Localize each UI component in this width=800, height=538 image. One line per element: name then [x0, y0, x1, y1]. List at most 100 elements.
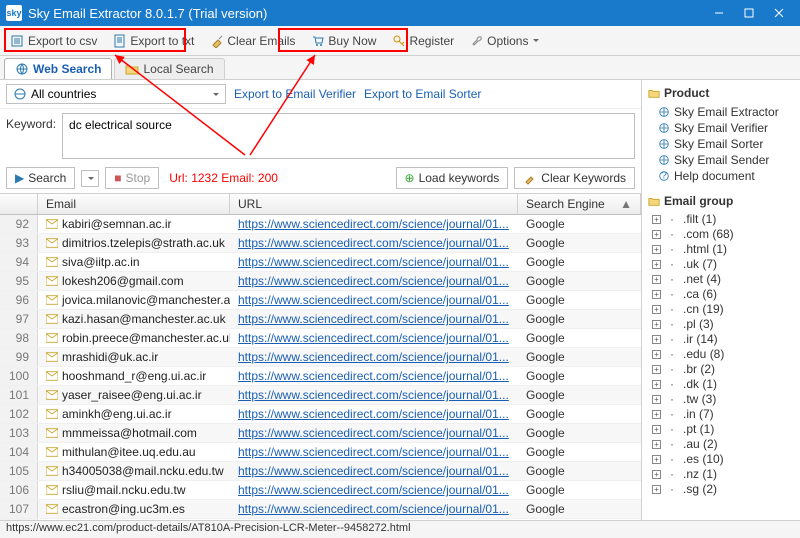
load-keywords-button[interactable]: ⊕Load keywords [396, 167, 509, 189]
expand-icon[interactable]: + [652, 470, 661, 479]
row-url[interactable]: https://www.sciencedirect.com/science/jo… [230, 500, 518, 518]
tab-local-search[interactable]: Local Search [114, 58, 224, 79]
expand-icon[interactable]: + [652, 455, 661, 464]
product-item[interactable]: Sky Email Extractor [648, 104, 794, 120]
product-item[interactable]: Sky Email Verifier [648, 120, 794, 136]
keyword-input[interactable] [62, 113, 635, 159]
table-row[interactable]: 104mithulan@itee.uq.edu.auhttps://www.sc… [0, 443, 641, 462]
search-dropdown[interactable] [81, 170, 99, 187]
expand-icon[interactable]: + [652, 305, 661, 314]
maximize-button[interactable] [734, 0, 764, 26]
tld-node[interactable]: +·.sg (2) [648, 482, 794, 497]
expand-icon[interactable]: + [652, 365, 661, 374]
register-button[interactable]: Register [385, 30, 461, 52]
tld-node[interactable]: +·.tw (3) [648, 392, 794, 407]
minimize-button[interactable] [704, 0, 734, 26]
tld-node[interactable]: +·.net (4) [648, 272, 794, 287]
export-verifier-link[interactable]: Export to Email Verifier [234, 87, 356, 101]
tld-node[interactable]: +·.pt (1) [648, 422, 794, 437]
expand-icon[interactable]: + [652, 485, 661, 494]
options-button[interactable]: Options [463, 30, 546, 52]
row-url[interactable]: https://www.sciencedirect.com/science/jo… [230, 272, 518, 290]
tld-node[interactable]: +·.dk (1) [648, 377, 794, 392]
expand-icon[interactable]: + [652, 335, 661, 344]
col-url[interactable]: URL [230, 194, 518, 214]
table-row[interactable]: 92kabiri@semnan.ac.irhttps://www.science… [0, 215, 641, 234]
close-button[interactable] [764, 0, 794, 26]
tld-node[interactable]: +·.uk (7) [648, 257, 794, 272]
row-url[interactable]: https://www.sciencedirect.com/science/jo… [230, 443, 518, 461]
table-row[interactable]: 100hooshmand_r@eng.ui.ac.irhttps://www.s… [0, 367, 641, 386]
table-row[interactable]: 95lokesh206@gmail.comhttps://www.science… [0, 272, 641, 291]
expand-icon[interactable]: + [652, 320, 661, 329]
row-url[interactable]: https://www.sciencedirect.com/science/jo… [230, 481, 518, 499]
table-row[interactable]: 94siva@iitp.ac.inhttps://www.sciencedire… [0, 253, 641, 272]
row-url[interactable]: https://www.sciencedirect.com/science/jo… [230, 329, 518, 347]
tld-node[interactable]: +·.pl (3) [648, 317, 794, 332]
table-row[interactable]: 97kazi.hasan@manchester.ac.ukhttps://www… [0, 310, 641, 329]
expand-icon[interactable]: + [652, 260, 661, 269]
table-row[interactable]: 103mmmeissa@hotmail.comhttps://www.scien… [0, 424, 641, 443]
expand-icon[interactable]: + [652, 245, 661, 254]
row-url[interactable]: https://www.sciencedirect.com/science/jo… [230, 386, 518, 404]
tld-node[interactable]: +·.in (7) [648, 407, 794, 422]
table-row[interactable]: 102aminkh@eng.ui.ac.irhttps://www.scienc… [0, 405, 641, 424]
expand-icon[interactable]: + [652, 395, 661, 404]
tld-node[interactable]: +·.ir (14) [648, 332, 794, 347]
table-row[interactable]: 98robin.preece@manchester.ac.ukhttps://w… [0, 329, 641, 348]
expand-icon[interactable]: + [652, 215, 661, 224]
table-row[interactable]: 106rsliu@mail.ncku.edu.twhttps://www.sci… [0, 481, 641, 500]
tld-node[interactable]: +·.ca (6) [648, 287, 794, 302]
tab-web-search[interactable]: Web Search [4, 58, 112, 79]
tld-node[interactable]: +·.es (10) [648, 452, 794, 467]
expand-icon[interactable]: + [652, 380, 661, 389]
row-url[interactable]: https://www.sciencedirect.com/science/jo… [230, 291, 518, 309]
row-url[interactable]: https://www.sciencedirect.com/science/jo… [230, 424, 518, 442]
clear-emails-button[interactable]: Clear Emails [203, 30, 302, 52]
table-row[interactable]: 108wei.zheng-6@postgrad.manche...https:/… [0, 519, 641, 520]
table-row[interactable]: 96jovica.milanovic@manchester.ac...https… [0, 291, 641, 310]
table-row[interactable]: 101yaser_raisee@eng.ui.ac.irhttps://www.… [0, 386, 641, 405]
table-row[interactable]: 105h34005038@mail.ncku.edu.twhttps://www… [0, 462, 641, 481]
clear-keywords-button[interactable]: Clear Keywords [514, 167, 635, 189]
row-url[interactable]: https://www.sciencedirect.com/science/jo… [230, 367, 518, 385]
row-url[interactable]: https://www.sciencedirect.com/science/jo… [230, 253, 518, 271]
product-item[interactable]: Sky Email Sender [648, 152, 794, 168]
search-button[interactable]: ▶Search [6, 167, 75, 189]
table-row[interactable]: 107ecastron@ing.uc3m.eshttps://www.scien… [0, 500, 641, 519]
tld-node[interactable]: +·.edu (8) [648, 347, 794, 362]
tld-node[interactable]: +·.cn (19) [648, 302, 794, 317]
row-url[interactable]: https://www.sciencedirect.com/science/jo… [230, 519, 518, 520]
expand-icon[interactable]: + [652, 410, 661, 419]
export-csv-button[interactable]: Export to csv [4, 30, 104, 52]
export-sorter-link[interactable]: Export to Email Sorter [364, 87, 481, 101]
product-item[interactable]: Sky Email Sorter [648, 136, 794, 152]
row-url[interactable]: https://www.sciencedirect.com/science/jo… [230, 234, 518, 252]
buy-now-button[interactable]: Buy Now [304, 30, 383, 52]
expand-icon[interactable]: + [652, 230, 661, 239]
table-row[interactable]: 93dimitrios.tzelepis@strath.ac.ukhttps:/… [0, 234, 641, 253]
expand-icon[interactable]: + [652, 350, 661, 359]
tld-tree[interactable]: +·.filt (1)+·.com (68)+·.html (1)+·.uk (… [648, 212, 794, 497]
row-url[interactable]: https://www.sciencedirect.com/science/jo… [230, 215, 518, 233]
export-txt-button[interactable]: Export to txt [106, 30, 201, 52]
col-engine[interactable]: Search Engine ▲ [518, 194, 641, 214]
tld-node[interactable]: +·.nz (1) [648, 467, 794, 482]
expand-icon[interactable]: + [652, 425, 661, 434]
expand-icon[interactable]: + [652, 290, 661, 299]
tld-node[interactable]: +·.filt (1) [648, 212, 794, 227]
results-table[interactable]: Email URL Search Engine ▲ 92kabiri@semna… [0, 194, 641, 520]
row-url[interactable]: https://www.sciencedirect.com/science/jo… [230, 462, 518, 480]
stop-button[interactable]: ■Stop [105, 167, 159, 189]
col-email[interactable]: Email [38, 194, 230, 214]
country-dropdown[interactable]: All countries [6, 84, 226, 104]
row-url[interactable]: https://www.sciencedirect.com/science/jo… [230, 348, 518, 366]
expand-icon[interactable]: + [652, 440, 661, 449]
tld-node[interactable]: +·.com (68) [648, 227, 794, 242]
tld-node[interactable]: +·.au (2) [648, 437, 794, 452]
row-url[interactable]: https://www.sciencedirect.com/science/jo… [230, 310, 518, 328]
col-index[interactable] [0, 194, 38, 214]
product-item[interactable]: ?Help document [648, 168, 794, 184]
table-row[interactable]: 99mrashidi@uk.ac.irhttps://www.sciencedi… [0, 348, 641, 367]
tld-node[interactable]: +·.html (1) [648, 242, 794, 257]
